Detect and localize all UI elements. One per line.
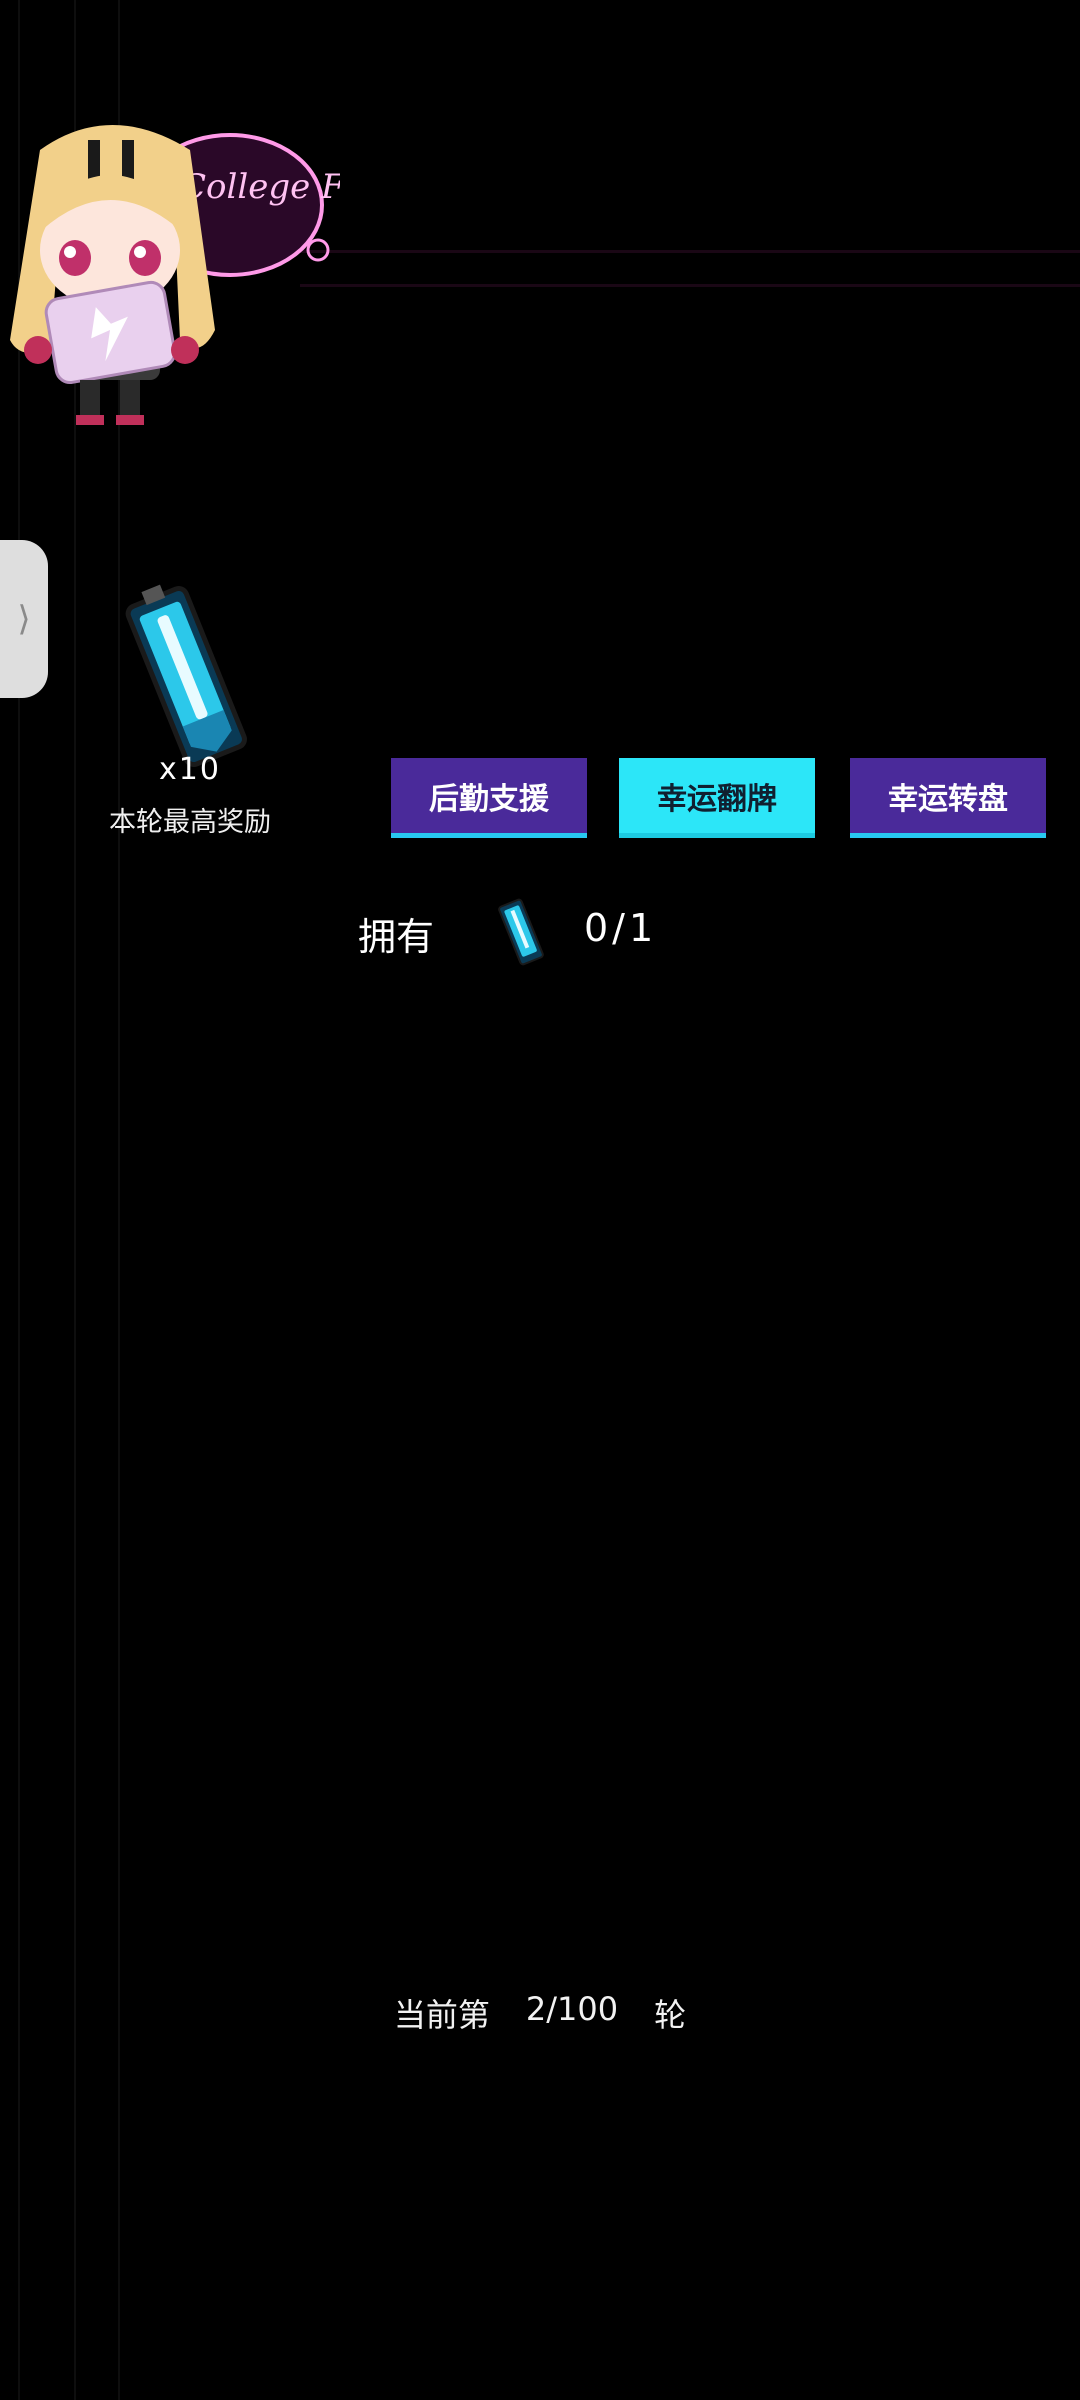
owned-label: 拥有: [358, 915, 435, 959]
mascot-logo-icon: College Fighting: [10, 125, 340, 425]
round-value: 2/100: [525, 1990, 619, 2028]
energy-card-icon: [125, 584, 247, 768]
round-suffix: 轮: [654, 1996, 687, 2034]
side-drawer-tab[interactable]: ⟩: [0, 540, 48, 698]
owned-count: 0/1: [584, 906, 658, 950]
reward-count: x10: [159, 752, 221, 787]
svg-text:College Fighting: College Fighting: [180, 167, 340, 207]
neon-line: [300, 284, 1080, 287]
neon-line: [300, 250, 1080, 253]
reward-label: 本轮最高奖励: [109, 807, 271, 838]
round-prefix: 当前第: [393, 1996, 490, 2034]
energy-card-icon: [498, 898, 544, 966]
chevron-right-icon: ⟩: [17, 599, 31, 639]
tab-lucky-wheel[interactable]: 幸运转盘: [850, 758, 1046, 838]
round-indicator: 当前第 2/100 轮: [0, 1990, 1080, 2036]
tab-lucky-flip[interactable]: 幸运翻牌: [619, 758, 815, 838]
tab-logistics-support[interactable]: 后勤支援: [391, 758, 587, 838]
